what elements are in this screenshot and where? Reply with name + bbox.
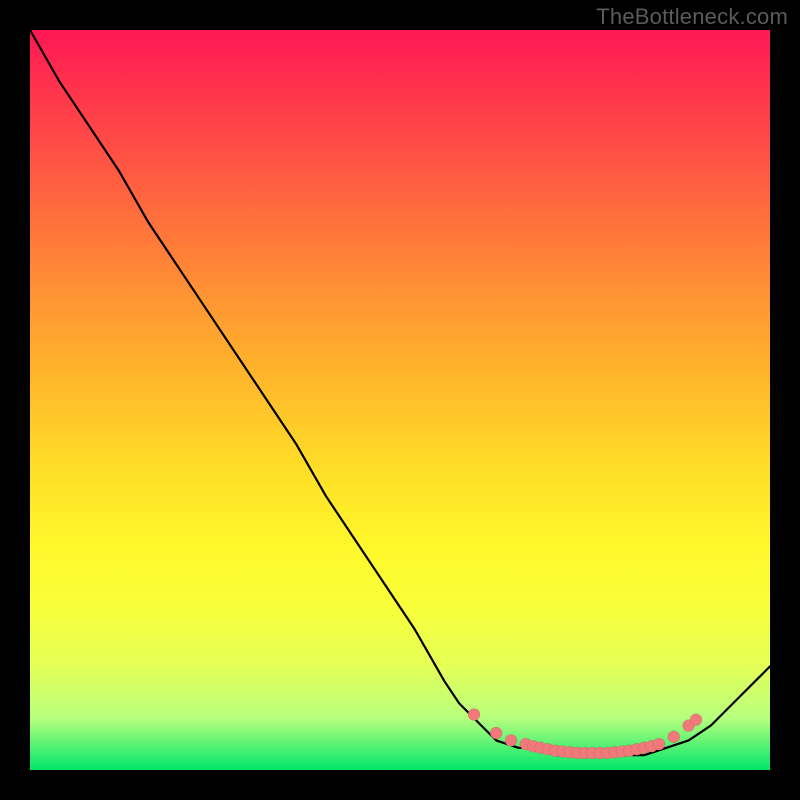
marker-dot [653,738,665,750]
plot-area [30,30,770,770]
chart-svg [30,30,770,770]
marker-dot [468,709,480,721]
chart-frame: TheBottleneck.com [0,0,800,800]
curve-line [30,30,770,755]
marker-group [468,709,702,760]
marker-dot [505,734,517,746]
marker-dot [490,727,502,739]
marker-dot [690,714,702,726]
marker-dot [668,731,680,743]
watermark-text: TheBottleneck.com [596,4,788,30]
